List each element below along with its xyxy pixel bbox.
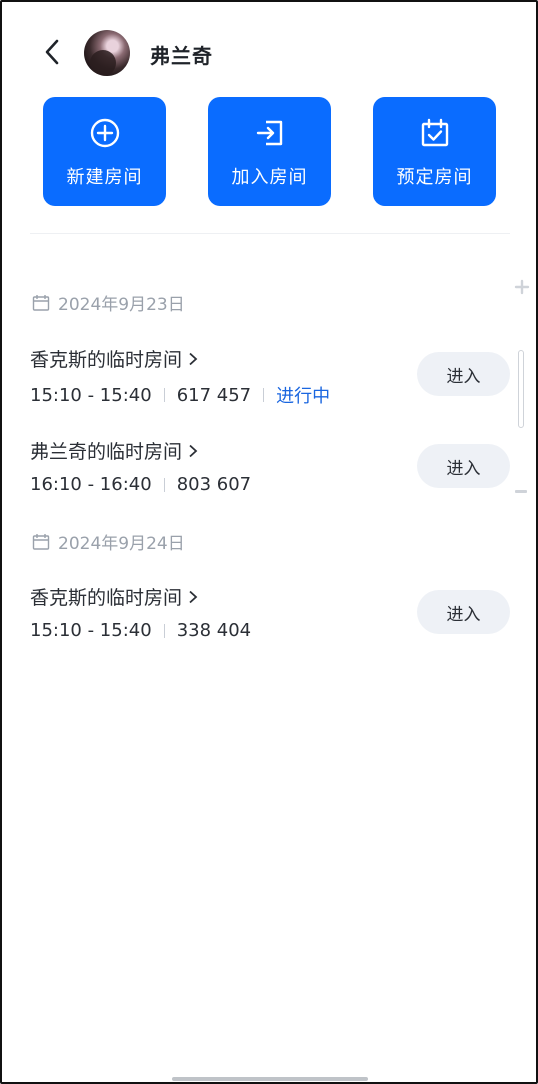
enter-button[interactable]: 进入	[417, 444, 510, 488]
avatar[interactable]	[84, 30, 130, 76]
meeting-room-id: 338 404	[176, 620, 252, 641]
date-label: 2024年9月24日	[58, 534, 185, 554]
new-room-button[interactable]: 新建房间	[43, 97, 166, 206]
meeting-time: 15:10 - 15:40	[30, 384, 152, 406]
app-screen: 弗兰奇 新建房间 加入房间 预定房间 2024年9月23日 香克斯的临时房间 1…	[0, 0, 538, 1084]
meeting-meta: 15:10 - 15:40 338 404	[30, 620, 251, 641]
meeting-room-id: 617 457	[176, 384, 252, 406]
enter-icon	[256, 120, 282, 146]
meeting-meta: 16:10 - 16:40 803 607	[30, 474, 251, 495]
home-indicator[interactable]	[172, 1077, 368, 1081]
enter-button[interactable]: 进入	[417, 352, 510, 396]
calendar-check-icon	[421, 118, 448, 147]
chevron-right-icon	[189, 352, 198, 365]
meeting-item: 香克斯的临时房间 15:10 - 15:40 617 457 进行中 进入	[30, 345, 510, 415]
schedule-room-button[interactable]: 预定房间	[373, 97, 496, 206]
join-room-button[interactable]: 加入房间	[208, 97, 331, 206]
meeting-title[interactable]: 香克斯的临时房间	[30, 583, 198, 610]
separator	[163, 477, 165, 492]
meeting-title-text: 香克斯的临时房间	[30, 587, 183, 609]
plus-icon	[514, 279, 530, 295]
contact-name: 弗兰奇	[150, 44, 213, 68]
calendar-icon	[32, 294, 50, 311]
scrollbar[interactable]	[518, 350, 524, 428]
meeting-title[interactable]: 香克斯的临时房间	[30, 345, 198, 372]
meeting-item: 香克斯的临时房间 15:10 - 15:40 338 404 进入	[30, 583, 510, 653]
separator	[163, 388, 165, 402]
date-header: 2024年9月23日	[32, 290, 185, 315]
meeting-meta: 15:10 - 15:40 617 457 进行中	[30, 382, 330, 408]
meeting-status: 进行中	[276, 386, 331, 407]
meeting-title[interactable]: 弗兰奇的临时房间	[30, 437, 198, 464]
join-room-label: 加入房间	[231, 167, 308, 188]
chevron-right-icon	[189, 590, 198, 603]
meeting-title-text: 弗兰奇的临时房间	[30, 441, 183, 463]
date-label: 2024年9月23日	[58, 295, 185, 315]
meeting-item: 弗兰奇的临时房间 16:10 - 16:40 803 607 进入	[30, 437, 510, 507]
minus-icon	[515, 490, 527, 493]
meeting-time: 16:10 - 16:40	[30, 474, 152, 495]
chevron-left-icon	[45, 39, 59, 65]
new-room-label: 新建房间	[66, 167, 143, 188]
plus-circle-icon	[90, 118, 119, 148]
meeting-room-id: 803 607	[176, 474, 252, 495]
back-button[interactable]	[38, 36, 66, 68]
meeting-time: 15:10 - 15:40	[30, 620, 152, 641]
schedule-room-label: 预定房间	[396, 167, 473, 188]
separator	[263, 388, 265, 402]
calendar-icon	[32, 533, 50, 550]
divider	[30, 233, 510, 234]
chevron-right-icon	[189, 444, 198, 457]
room-actions: 新建房间 加入房间 预定房间	[43, 97, 498, 207]
date-header: 2024年9月24日	[32, 529, 185, 554]
enter-button[interactable]: 进入	[417, 590, 510, 634]
meeting-title-text: 香克斯的临时房间	[30, 349, 183, 371]
chat-header: 弗兰奇	[2, 24, 536, 80]
separator	[163, 623, 165, 638]
